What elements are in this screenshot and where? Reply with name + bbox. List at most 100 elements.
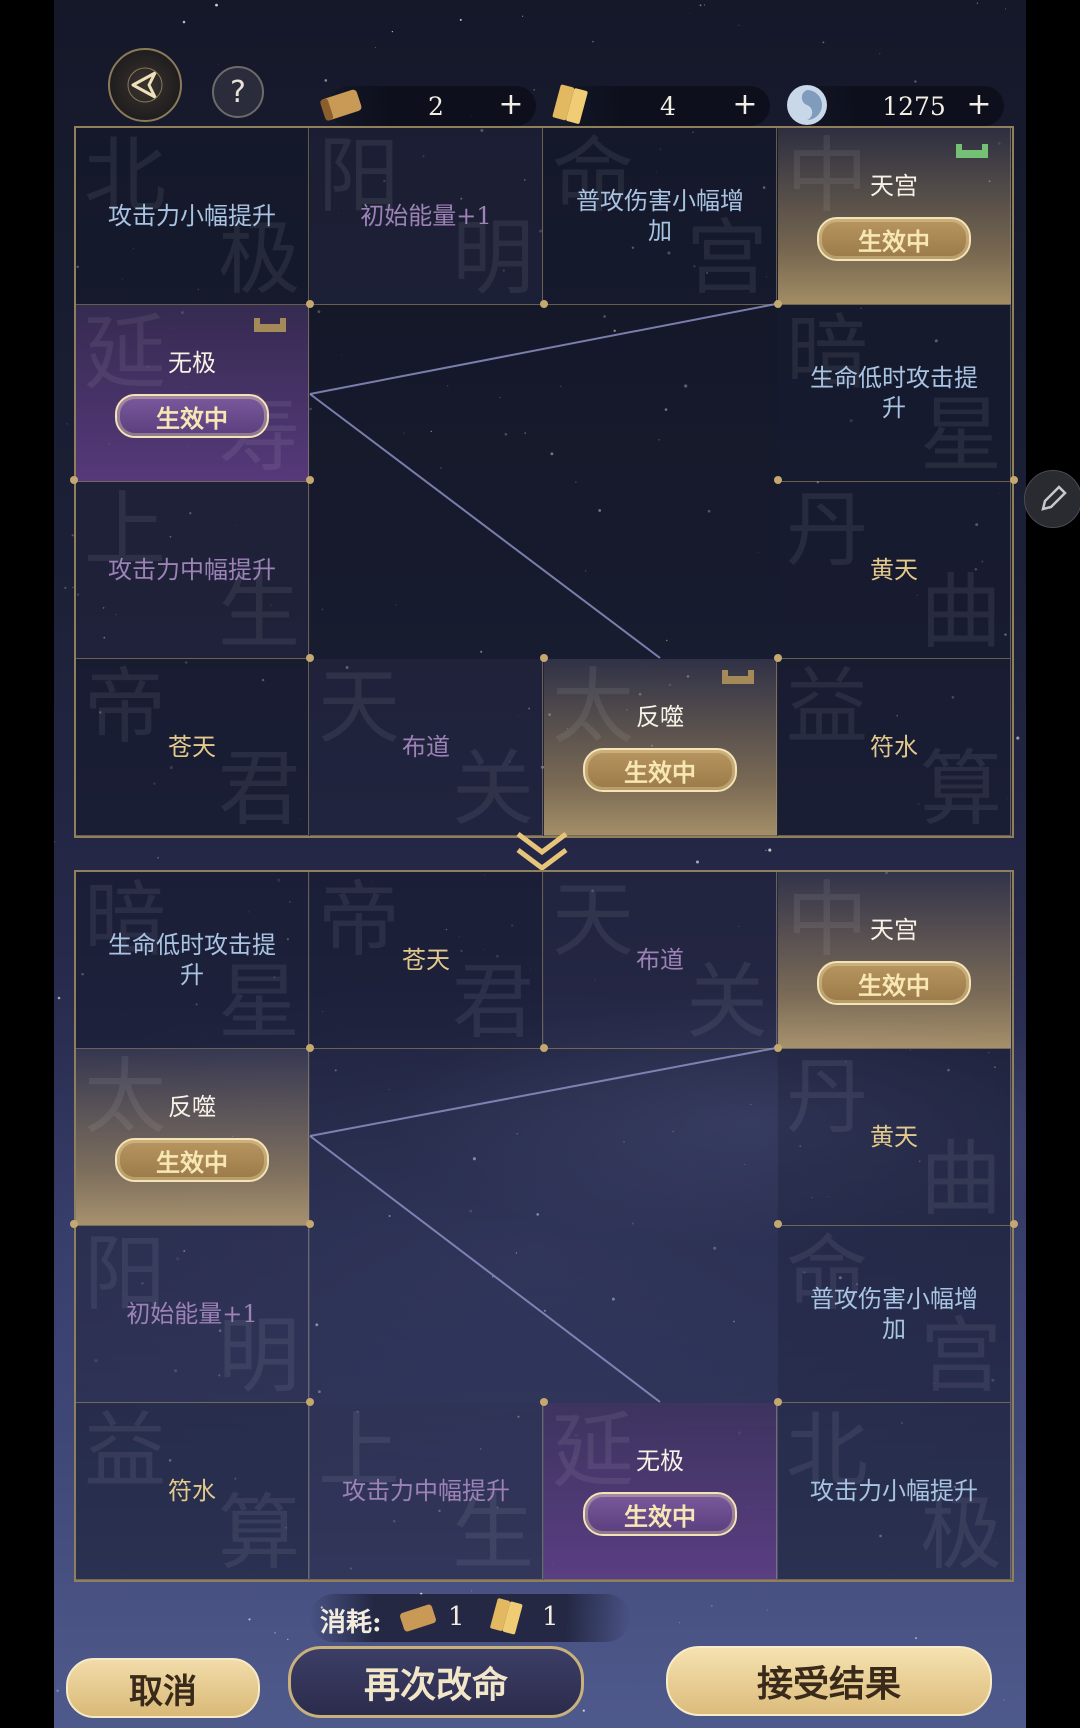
fate-cell-label: 攻击力小幅提升: [108, 202, 276, 230]
fate-cell-label: 初始能量+1: [360, 202, 492, 230]
fate-cell[interactable]: 阳明初始能量+1: [310, 128, 543, 305]
star: [879, 53, 881, 55]
star: [1005, 8, 1007, 10]
star: [217, 64, 219, 66]
grid-node: [540, 1044, 548, 1052]
star: [678, 1622, 680, 1624]
add-tablet-button[interactable]: +: [728, 88, 762, 122]
star: [54, 840, 55, 843]
grid-node: [306, 654, 314, 662]
star: [391, 30, 394, 33]
star: [915, 1637, 917, 1639]
star: [738, 24, 740, 26]
star: [765, 849, 767, 851]
grid-node: [540, 1398, 548, 1406]
star: [157, 856, 159, 859]
fate-cell-label: 无极: [636, 1447, 684, 1475]
fate-cell-label: 布道: [402, 733, 450, 761]
fate-cell[interactable]: 天关布道: [310, 659, 543, 836]
star: [339, 1725, 341, 1726]
scroll-icon: [400, 1604, 436, 1632]
star: [976, 2, 979, 4]
star: [374, 47, 376, 48]
star: [182, 20, 186, 24]
star: [215, 3, 218, 7]
fate-cell[interactable]: 帝君苍天: [310, 872, 543, 1049]
fate-cell[interactable]: 益算符水: [778, 659, 1011, 836]
fate-cell-label: 反噬: [168, 1093, 216, 1121]
active-status-badge: 生效中: [583, 748, 737, 792]
fate-cell[interactable]: 北极攻击力小幅提升: [76, 128, 309, 305]
fate-cell-label: 普攻伤害小幅增加: [810, 1285, 978, 1343]
tablet-icon: [552, 84, 588, 124]
jade-count: 1275: [882, 92, 946, 121]
fate-cell[interactable]: 中天宫 生效中: [778, 872, 1011, 1049]
fate-cell[interactable]: 丹曲黄天: [778, 1049, 1011, 1226]
fate-cell[interactable]: 命宫普攻伤害小幅增加: [544, 128, 777, 305]
active-status-badge: 生效中: [115, 394, 269, 438]
grid-node: [540, 654, 548, 662]
retry-fate-button[interactable]: 再次改命: [288, 1646, 584, 1718]
grid-node: [774, 300, 782, 308]
fate-cell[interactable]: 暗星生命低时攻击提升: [76, 872, 309, 1049]
fate-cell[interactable]: 延无极 生效中: [544, 1403, 777, 1580]
star: [703, 4, 705, 6]
grid-node: [306, 1220, 314, 1228]
back-arrow-icon: [127, 67, 163, 103]
star: [459, 18, 462, 21]
grid-node: [1010, 1220, 1018, 1228]
fate-cell-label: 黄天: [870, 1123, 918, 1151]
fate-cell-label: 攻击力中幅提升: [342, 1477, 510, 1505]
fate-cell[interactable]: 命宫普攻伤害小幅增加: [778, 1226, 1011, 1403]
edit-pencil-button[interactable]: [1024, 470, 1080, 528]
fate-cell-label: 普攻伤害小幅增加: [576, 187, 744, 245]
grid-node: [306, 476, 314, 484]
fate-cell[interactable]: 帝君苍天: [76, 659, 309, 836]
fate-cell[interactable]: 丹曲黄天: [778, 482, 1011, 659]
pencil-icon: [1041, 485, 1067, 511]
fate-cell[interactable]: 阳明初始能量+1: [76, 1226, 309, 1403]
back-button[interactable]: [108, 48, 182, 122]
tablet-count: 4: [660, 92, 676, 121]
cost-bar: 消耗: 1 1: [310, 1594, 630, 1642]
grid-node: [1010, 476, 1018, 484]
fate-cell[interactable]: 天关布道: [544, 872, 777, 1049]
resource-tablet: 4 +: [552, 84, 770, 126]
add-jade-button[interactable]: +: [962, 88, 996, 122]
star: [522, 15, 524, 17]
star: [766, 1609, 768, 1611]
grid-node: [70, 1220, 78, 1228]
fate-cell[interactable]: 太反噬 生效中: [76, 1049, 309, 1226]
fate-cell[interactable]: 暗星生命低时攻击提升: [778, 305, 1011, 482]
fate-cell[interactable]: 上生攻击力中幅提升: [310, 1403, 543, 1580]
accept-result-button[interactable]: 接受结果: [666, 1646, 992, 1716]
add-scroll-button[interactable]: +: [494, 88, 528, 122]
star: [533, 89, 535, 91]
fate-cell-label: 初始能量+1: [126, 1300, 258, 1328]
fate-cell-label: 攻击力中幅提升: [108, 556, 276, 584]
tablet-icon: [490, 1598, 523, 1635]
fate-cell[interactable]: 上生攻击力中幅提升: [76, 482, 309, 659]
fate-cell-label: 黄天: [870, 556, 918, 584]
fate-cell-label: 符水: [168, 1477, 216, 1505]
active-status-badge: 生效中: [817, 961, 971, 1005]
fate-cell[interactable]: 益算符水: [76, 1403, 309, 1580]
fate-cell-label: 布道: [636, 946, 684, 974]
star: [768, 848, 772, 852]
star: [287, 1638, 289, 1641]
jade-orb-icon: [787, 85, 827, 125]
active-status-badge: 生效中: [583, 1492, 737, 1536]
star: [470, 1590, 473, 1592]
star: [914, 80, 917, 83]
star: [711, 1605, 713, 1607]
fate-cell-label: 苍天: [168, 733, 216, 761]
fate-cell[interactable]: 北极攻击力小幅提升: [778, 1403, 1011, 1580]
star: [274, 1631, 276, 1634]
grid-node: [306, 1398, 314, 1406]
cancel-button[interactable]: 取消: [66, 1658, 260, 1718]
grid-node: [306, 300, 314, 308]
fate-cell-label: 符水: [870, 733, 918, 761]
fate-cell-label: 天宫: [870, 172, 918, 200]
help-button[interactable]: ?: [212, 66, 264, 118]
fate-cell-label: 生命低时攻击提升: [108, 931, 276, 989]
